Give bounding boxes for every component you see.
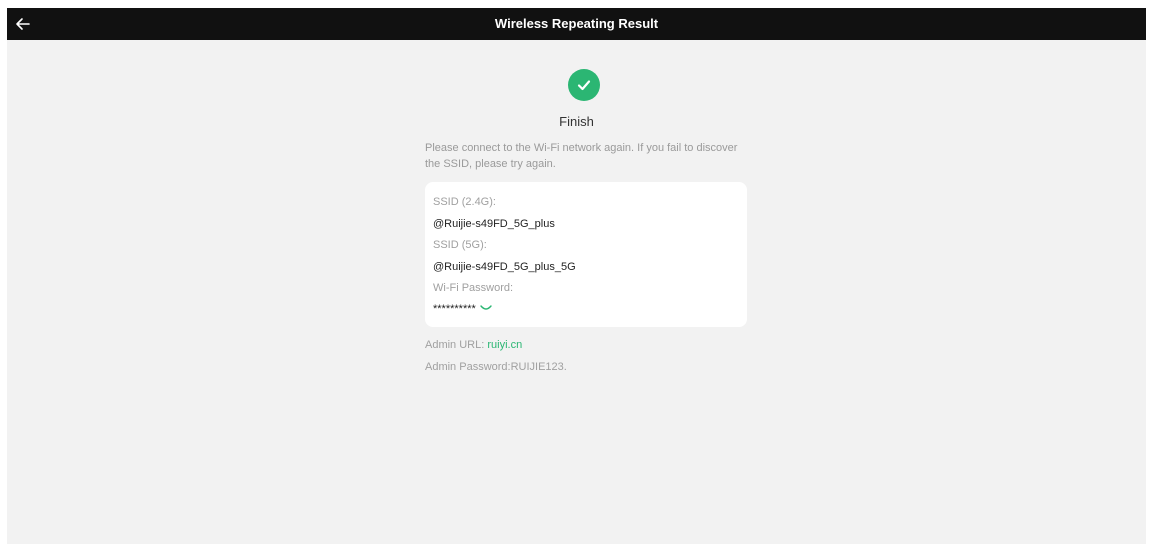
ssid-5-label: SSID (5G): [433, 239, 487, 251]
hint-text: Please connect to the Wi-Fi network agai… [425, 142, 738, 170]
admin-url-row: Admin URL: ruiyi.cn [425, 337, 522, 353]
page: Wireless Repeating Result Finish Please … [7, 8, 1146, 544]
wifi-password-value: ********** [433, 303, 476, 315]
check-circle-icon [568, 69, 600, 101]
eye-closed-icon[interactable] [480, 301, 492, 317]
ssid-24-value: @Ruijie-s49FD_5G_plus [433, 218, 555, 230]
admin-password-text: Admin Password:RUIJIE123. [425, 361, 567, 373]
admin-url-label: Admin URL: [425, 339, 485, 351]
top-bar: Wireless Repeating Result [7, 8, 1146, 40]
wifi-info-card: SSID (2.4G): @Ruijie-s49FD_5G_plus SSID … [425, 182, 747, 327]
ssid-5-value: @Ruijie-s49FD_5G_plus_5G [433, 261, 576, 273]
page-title: Wireless Repeating Result [494, 16, 659, 31]
admin-url-link[interactable]: ruiyi.cn [487, 339, 522, 351]
status-text: Finish [559, 114, 594, 129]
wifi-password-label: Wi-Fi Password: [433, 282, 514, 294]
wifi-password-row: ********** [433, 301, 492, 317]
ssid-24-label: SSID (2.4G): [433, 196, 496, 208]
